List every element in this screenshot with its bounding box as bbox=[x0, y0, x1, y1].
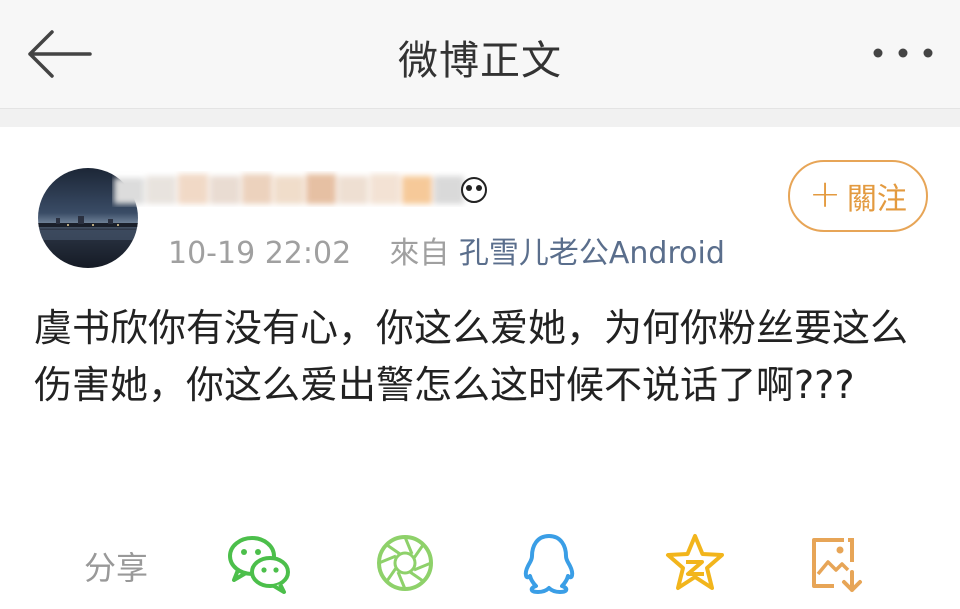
share-wechat-button[interactable] bbox=[226, 532, 292, 598]
wechat-icon bbox=[228, 536, 290, 594]
share-qq-button[interactable] bbox=[520, 532, 578, 600]
top-nav-bar: 微博正文 bbox=[0, 0, 960, 109]
via-label: 來自 bbox=[389, 236, 450, 271]
plus-icon: + bbox=[809, 172, 841, 216]
more-dots-icon bbox=[873, 48, 933, 58]
moments-icon bbox=[377, 535, 433, 591]
share-moments-button[interactable] bbox=[374, 532, 436, 598]
qzone-icon bbox=[666, 534, 724, 590]
save-image-icon bbox=[812, 538, 862, 592]
section-divider bbox=[0, 109, 960, 127]
follow-button[interactable]: + 關注 bbox=[788, 160, 928, 232]
page-title: 微博正文 bbox=[398, 38, 562, 84]
post-content: 虞书欣你有没有心，你这么爱她，为何你粉丝要这么伤害她，你这么爱出警怎么这时候不说… bbox=[34, 306, 909, 407]
more-options-button[interactable] bbox=[868, 36, 938, 70]
save-image-button[interactable] bbox=[808, 532, 866, 598]
qq-icon bbox=[523, 534, 575, 594]
post-meta: 10-19 22:02 來自 孔雪儿老公Android bbox=[168, 228, 725, 272]
share-qzone-button[interactable] bbox=[664, 532, 726, 598]
post-time: 10-19 22:02 bbox=[168, 236, 352, 271]
share-label: 分享 bbox=[84, 549, 149, 587]
follow-label: 關注 bbox=[846, 182, 907, 217]
username-blurred[interactable] bbox=[112, 168, 492, 214]
post-source[interactable]: 孔雪儿老公Android bbox=[459, 236, 725, 271]
